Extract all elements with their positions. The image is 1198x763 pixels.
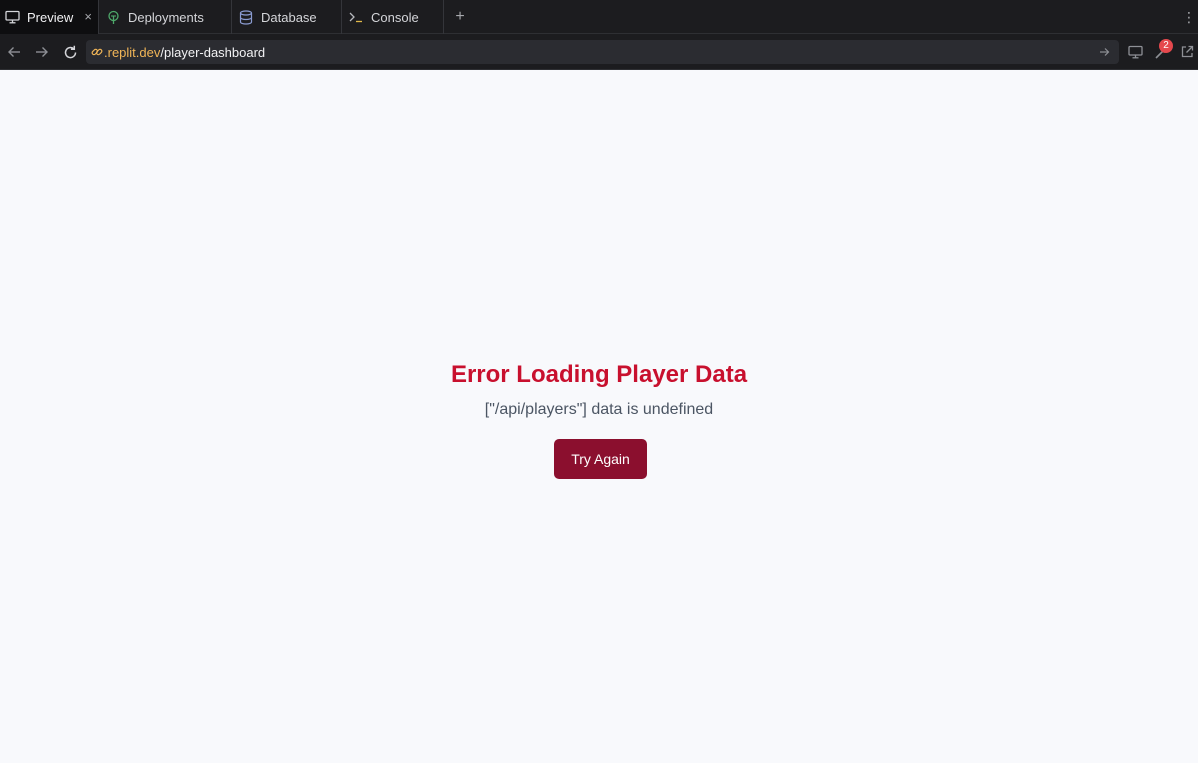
go-arrow-icon[interactable]	[1097, 45, 1111, 59]
screen-icon	[1127, 45, 1143, 59]
monitor-icon	[4, 9, 20, 25]
link-icon	[90, 45, 104, 59]
workspace-tab-bar: Preview × Deployments Database Console +…	[0, 0, 1198, 34]
url-domain: .replit.dev	[104, 44, 161, 60]
error-title: Error Loading Player Data	[450, 361, 748, 388]
tab-label: Preview	[27, 9, 74, 25]
external-link-icon	[1181, 45, 1194, 58]
notification-badge: 2	[1159, 39, 1173, 53]
arrow-left-icon	[8, 47, 20, 57]
try-again-button[interactable]: Try Again	[554, 439, 647, 479]
terminal-icon	[348, 9, 364, 25]
tab-label: Deployments	[128, 9, 204, 25]
reload-button[interactable]	[60, 42, 80, 62]
deployments-icon	[105, 9, 121, 25]
open-new-tab-button[interactable]	[1177, 42, 1197, 62]
url-path: /player-dashboard	[160, 44, 266, 60]
back-button[interactable]	[4, 42, 24, 62]
address-bar[interactable]: .replit.dev/player-dashboard	[86, 40, 1119, 64]
tab-console[interactable]: Console	[342, 0, 444, 34]
reload-icon	[64, 45, 76, 58]
database-icon	[238, 9, 254, 25]
error-message: ["/api/players"] data is undefined	[484, 401, 714, 418]
tab-database[interactable]: Database	[232, 0, 342, 34]
preview-page: Error Loading Player Data ["/api/players…	[0, 70, 1198, 763]
more-options-icon[interactable]: ⋮	[1182, 8, 1196, 26]
add-tab-button[interactable]: +	[452, 7, 468, 27]
tab-deployments[interactable]: Deployments	[99, 0, 232, 34]
forward-button[interactable]	[32, 42, 52, 62]
tab-preview[interactable]: Preview ×	[0, 0, 99, 34]
devices-button[interactable]	[1125, 42, 1145, 62]
tab-label: Database	[261, 9, 317, 25]
close-icon[interactable]: ×	[84, 9, 92, 24]
arrow-right-icon	[36, 47, 48, 57]
tab-label: Console	[371, 9, 419, 25]
preview-navigation-bar: .replit.dev/player-dashboard 2	[0, 34, 1198, 70]
